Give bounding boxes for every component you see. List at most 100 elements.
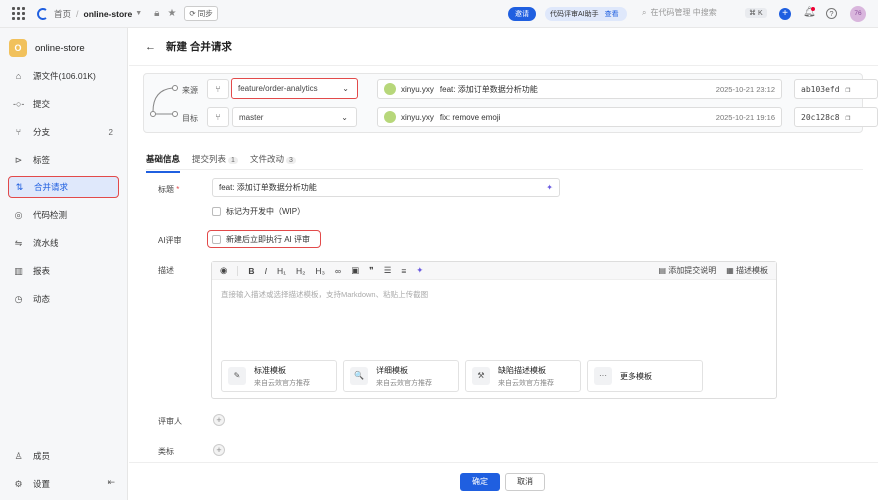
sidebar-item-code-scan[interactable]: ◎ 代码检测 [8,204,119,226]
template-card-defect[interactable]: ⚒ 缺陷描述模板 来自云效官方推荐 [465,360,581,392]
description-placeholder[interactable]: 直接输入描述或选择描述模板，支持Markdown、粘贴上传截图 [221,289,428,300]
repo-avatar: O [9,39,27,57]
repo-header[interactable]: O online-store [0,28,127,68]
sidebar-item-files[interactable]: ⌂ 源文件(106.01K) [8,65,119,87]
branch-icon: ⑂ [15,127,22,137]
star-icon[interactable]: ★ [167,8,176,19]
page-title: 新建 合并请求 [166,41,232,53]
heading1-icon[interactable]: H₁ [277,266,286,276]
ordered-list-icon[interactable]: ☰ [384,265,392,276]
checkbox[interactable] [212,235,221,244]
commit-date: 2025-10-21 19:16 [715,112,775,122]
commit-message: fix: remove emoji [439,112,501,122]
wip-checkbox[interactable]: 标记为开发中（WIP） [212,206,305,217]
chevron-down-icon: ⌄ [341,112,348,122]
heading3-icon[interactable]: H₃ [315,266,325,276]
main-content: ← 新建 合并请求 来源 目标 ⑂ feature/order-analytic… [129,28,878,500]
breadcrumb-repo[interactable]: online-store [84,9,133,19]
template-card-more[interactable]: ··· 更多模板 [587,360,703,392]
global-search[interactable]: ⌕ 在代码管理 中搜索 [642,7,717,18]
template-card-detailed[interactable]: 🔍 详细模板 来自云效官方推荐 [343,360,459,392]
create-plus-icon[interactable]: + [779,8,791,20]
back-arrow-icon[interactable]: ← [145,41,156,53]
add-type-icon[interactable]: + [213,444,225,456]
cancel-button[interactable]: 取消 [505,473,545,491]
sidebar-item-merge-requests[interactable]: ⇅ 合并请求 [8,176,119,198]
search-icon: ⌕ [642,7,647,17]
desc-template-button[interactable]: ▦ 描述模板 [726,265,768,276]
sidebar-item-activity[interactable]: ◷ 动态 [8,288,119,310]
user-avatar[interactable]: 76 [850,6,866,22]
bold-icon[interactable]: B [248,266,254,276]
italic-icon[interactable]: I [265,266,267,276]
checkbox[interactable] [212,207,221,216]
link-icon[interactable]: ∞ [335,266,341,276]
add-commit-desc-button[interactable]: ▤ 添加提交说明 [658,265,716,276]
commit-message: feat: 添加订单数据分析功能 [439,84,538,94]
sidebar-item-branches[interactable]: ⑂ 分支 2 [8,121,119,143]
sidebar-item-label: 代码检测 [33,210,68,220]
title-input[interactable]: feat: 添加订单数据分析功能 ✦ [212,178,560,197]
tab-commit-list[interactable]: 提交列表 1 [192,153,238,169]
copy-icon[interactable]: ❐ [846,113,851,122]
sidebar-item-label: 成员 [33,451,51,461]
chevron-down-icon[interactable]: ▼ [135,10,142,17]
merge-diagram-icon [150,85,178,117]
ai-sparkle-icon[interactable]: ✦ [546,183,553,192]
sidebar-item-label: 设置 [33,479,51,489]
confirm-button[interactable]: 确定 [460,473,500,491]
editor-toolbar-right: ▤ 添加提交说明 ▦ 描述模板 [658,265,768,276]
settings-icon: ⚙ [14,478,23,489]
tag-icon: ⊳ [14,154,23,165]
preview-eye-icon[interactable]: ◉ [220,265,227,276]
source-commit-sha[interactable]: ab103efd ❐ [794,79,878,99]
template-card-standard[interactable]: ✎ 标准模板 来自云效官方推荐 [221,360,337,392]
breadcrumb-home[interactable]: 首页 [54,8,71,20]
sidebar-item-label: 流水线 [33,238,59,248]
add-reviewer-icon[interactable]: + [213,414,225,426]
sync-button[interactable]: ⟳ 同步 [184,6,218,21]
sidebar: O online-store ⌂ 源文件(106.01K) -○- 提交 ⑂ 分… [0,28,128,500]
activity-icon: ◷ [14,293,23,304]
tab-basic-info[interactable]: 基础信息 [146,153,181,173]
target-commit-sha[interactable]: 20c128c8 ❐ [794,107,878,127]
editor-toolbar: ◉ B I H₁ H₂ H₃ ∞ ▣ ❞ ☰ ≡ ✦ ▤ 添加提交说明 ▦ 描述… [212,262,776,280]
apps-grid-icon[interactable] [12,7,26,21]
commit-author-avatar [384,83,396,95]
ai-sparkle-icon[interactable]: ✦ [416,265,423,276]
sidebar-item-pipeline[interactable]: ⇋ 流水线 [8,232,119,254]
heading2-icon[interactable]: H₂ [296,266,305,276]
help-icon[interactable]: ? [826,8,837,19]
source-branch-select[interactable]: feature/order-analytics ⌄ [231,78,358,99]
image-icon[interactable]: ▣ [351,265,359,276]
unordered-list-icon[interactable]: ≡ [401,266,406,276]
ai-review-checkbox[interactable]: 新建后立即执行 AI 评审 [212,234,310,245]
source-branch-value: feature/order-analytics [238,84,318,93]
reviewer-label: 评审人 [158,417,182,426]
sync-label: 同步 [197,9,213,18]
commit-author: xinyu.yxy [401,84,434,94]
sidebar-item-reports[interactable]: ▥ 报表 [8,260,119,282]
member-icon: ♙ [14,450,23,461]
target-branch-select[interactable]: master ⌄ [232,107,357,127]
target-commit-info: xinyu.yxy fix: remove emoji 2025-10-21 1… [377,107,782,127]
tab-file-changes[interactable]: 文件改动 3 [250,153,296,169]
edit-icon: ✎ [228,367,246,385]
tab-bar: 基础信息 提交列表 1 文件改动 3 [146,153,296,173]
source-commit-info: xinyu.yxy feat: 添加订单数据分析功能 2025-10-21 23… [377,79,782,99]
wip-label: 标记为开发中（WIP） [226,207,306,216]
magnifier-icon: 🔍 [350,367,368,385]
collapse-sidebar-icon[interactable]: ⇤ [107,477,115,488]
sidebar-item-label: 源文件(106.01K) [33,71,96,81]
notification-dot [811,7,815,11]
sidebar-item-tags[interactable]: ⊳ 标签 [8,149,119,171]
sidebar-item-settings[interactable]: ⚙ 设置 [8,473,119,495]
quote-icon[interactable]: ❞ [369,265,374,276]
ai-assistant-view-link[interactable]: 查看 [605,9,619,19]
invite-button[interactable]: 邀请 [508,7,536,21]
copy-icon[interactable]: ❐ [846,85,851,94]
sidebar-item-members[interactable]: ♙ 成员 [8,445,119,467]
sidebar-item-commits[interactable]: -○- 提交 [8,93,119,115]
logo-icon[interactable] [36,7,50,21]
ai-assistant-banner[interactable]: 代码评审AI助手 查看 [545,7,627,21]
